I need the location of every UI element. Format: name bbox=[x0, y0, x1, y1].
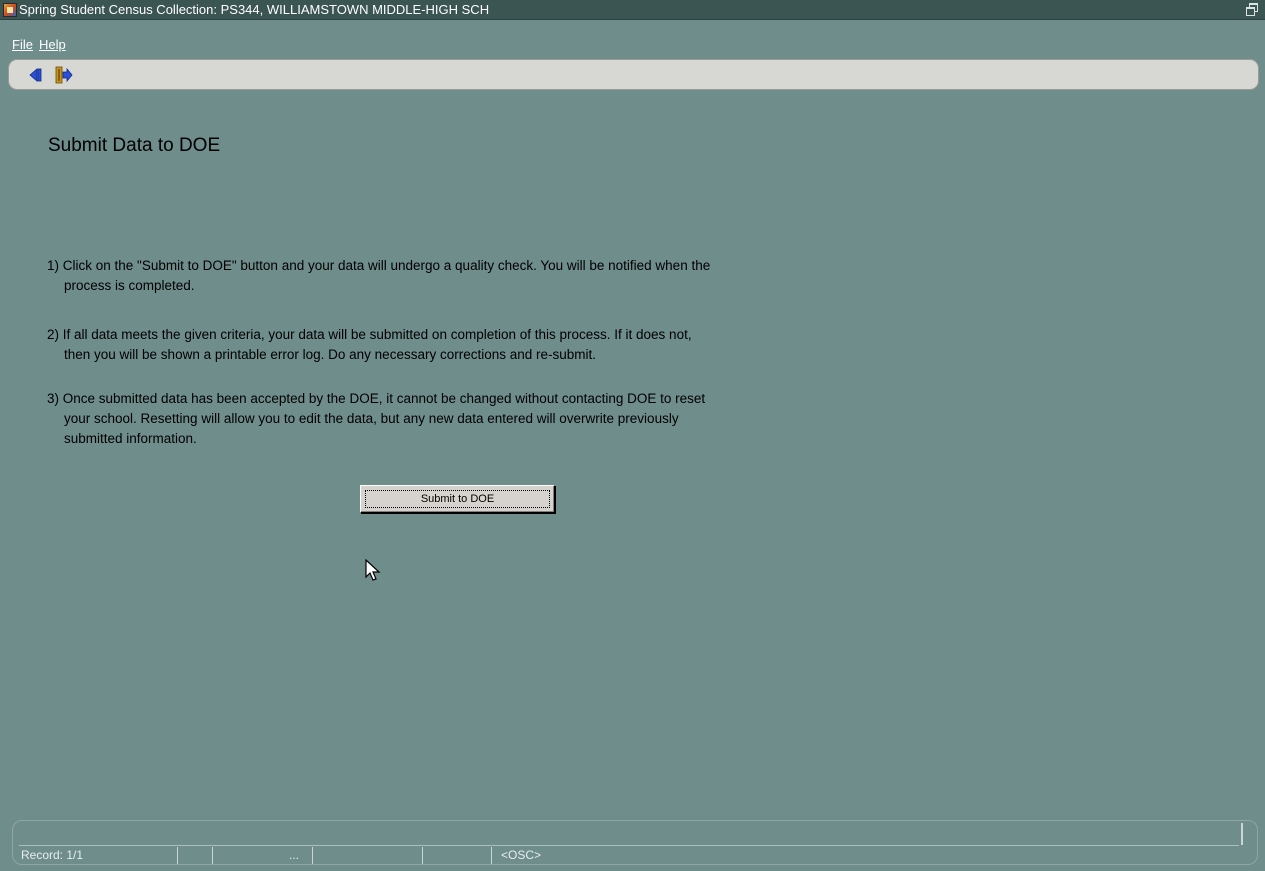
mouse-pointer-icon bbox=[365, 559, 381, 581]
restore-icon[interactable] bbox=[1246, 3, 1258, 16]
instruction-1-line-2: process is completed. bbox=[64, 278, 195, 293]
instruction-3: 3) Once submitted data has been accepted… bbox=[47, 389, 897, 449]
instruction-3-line-3: submitted information. bbox=[64, 431, 197, 446]
instruction-1: 1) Click on the "Submit to DOE" button a… bbox=[47, 256, 897, 296]
instruction-3-line-2: your school. Resetting will allow you to… bbox=[64, 411, 679, 426]
submit-to-doe-label: Submit to DOE bbox=[365, 490, 550, 508]
status-separator bbox=[212, 847, 213, 864]
status-separator bbox=[312, 847, 313, 864]
instruction-2-line-2: then you will be shown a printable error… bbox=[64, 347, 597, 362]
window-title: Spring Student Census Collection: PS344,… bbox=[19, 2, 490, 17]
menu-bar: File Help bbox=[0, 20, 1265, 56]
window-titlebar: Spring Student Census Collection: PS344,… bbox=[0, 0, 1265, 20]
status-bar: Record: 1/1 ... <OSC> bbox=[12, 820, 1258, 865]
status-separator bbox=[491, 847, 492, 864]
instruction-3-line-1: 3) Once submitted data has been accepted… bbox=[47, 391, 706, 406]
submit-to-doe-button[interactable]: Submit to DOE bbox=[360, 485, 555, 513]
instruction-1-line-1: 1) Click on the "Submit to DOE" button a… bbox=[47, 258, 711, 273]
menu-file[interactable]: File bbox=[12, 37, 33, 52]
page-title: Submit Data to DOE bbox=[48, 135, 221, 156]
menu-help[interactable]: Help bbox=[39, 37, 66, 52]
toolbar bbox=[8, 59, 1259, 90]
status-separator bbox=[422, 847, 423, 864]
status-scroll-indicator bbox=[1241, 823, 1243, 845]
instruction-2: 2) If all data meets the given criteria,… bbox=[47, 325, 897, 365]
instruction-2-line-1: 2) If all data meets the given criteria,… bbox=[47, 327, 692, 342]
app-icon bbox=[3, 2, 17, 17]
status-ellipsis: ... bbox=[289, 848, 300, 862]
status-record: Record: 1/1 bbox=[21, 848, 84, 862]
menu-file-label: File bbox=[12, 37, 33, 52]
menu-help-label: Help bbox=[39, 37, 66, 52]
exit-door-icon[interactable] bbox=[54, 66, 74, 84]
status-osc: <OSC> bbox=[501, 848, 542, 862]
status-separator bbox=[177, 847, 178, 864]
back-arrow-icon[interactable] bbox=[26, 66, 46, 84]
status-cells: Record: 1/1 ... <OSC> bbox=[13, 846, 1257, 865]
